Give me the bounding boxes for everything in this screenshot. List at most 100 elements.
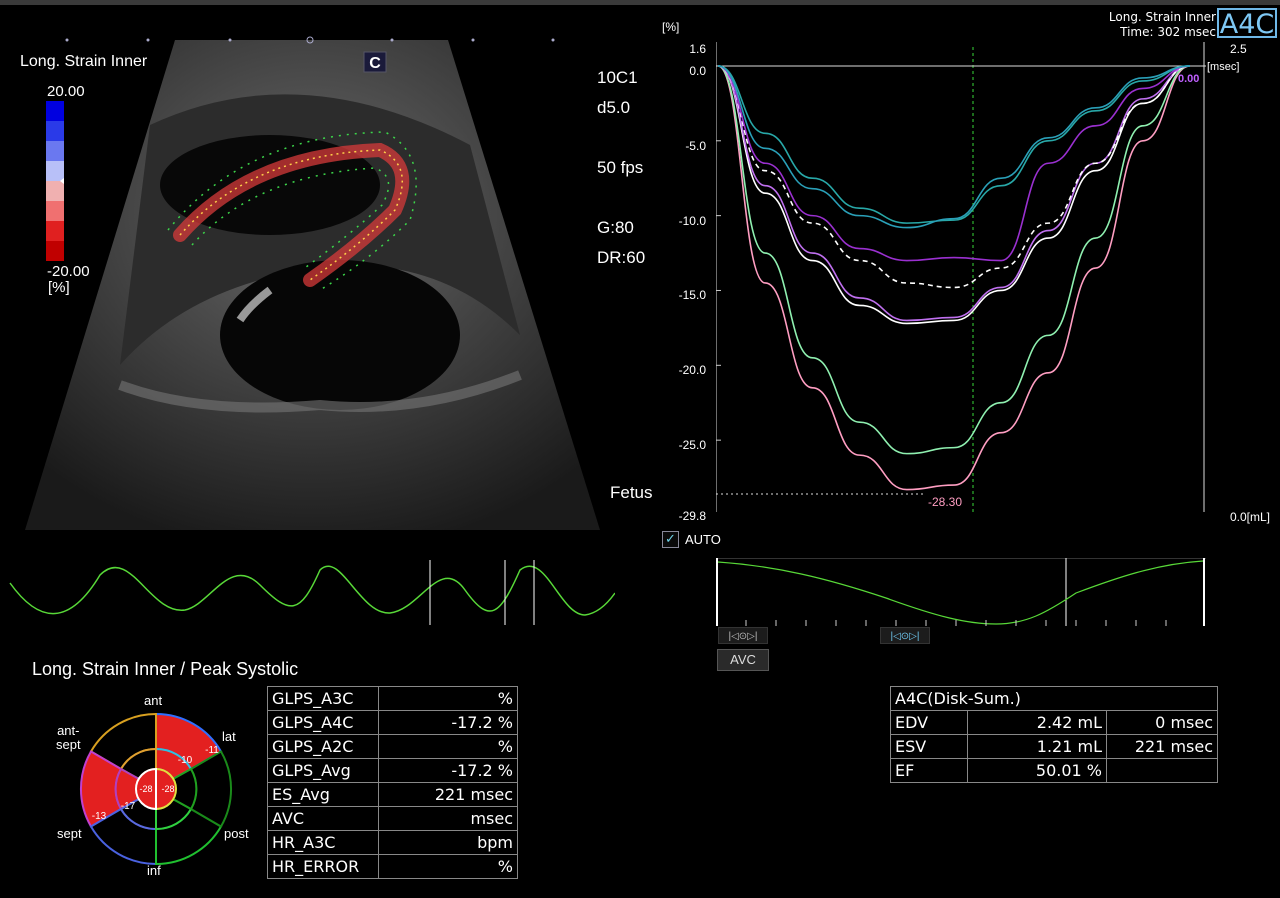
table-row: HR_A3C bpm xyxy=(267,830,518,855)
seg-value-lat-outer: -11 xyxy=(205,745,219,756)
strain-curve-6 xyxy=(717,65,1191,224)
glps-key: GLPS_A3C xyxy=(267,686,379,711)
segment-label-inf: inf xyxy=(147,863,161,878)
bullseye-plot[interactable]: -11 -10 -13 -17 -28 -28 xyxy=(55,690,260,890)
gain-label: G:80 xyxy=(597,218,634,237)
depth-label: d5.0 xyxy=(597,98,631,117)
ecg-trace[interactable] xyxy=(0,555,615,635)
scale-max: 20.00 xyxy=(47,83,85,100)
peak-systolic-title: Long. Strain Inner / Peak Systolic xyxy=(32,659,299,679)
strain-curve-2 xyxy=(717,65,1191,325)
segment-label-post: post xyxy=(224,826,249,841)
table-row: GLPS_A4C -17.2 % xyxy=(267,710,518,735)
glps-value: 221 msec xyxy=(378,782,518,807)
glps-key: GLPS_A4C xyxy=(267,710,379,735)
y-tick: -29.8 xyxy=(678,509,706,523)
end-value-label: 0.00 xyxy=(1178,73,1200,85)
y-tick: 0.0 xyxy=(689,64,706,78)
disk-time xyxy=(1106,758,1218,783)
disk-title: A4C(Disk-Sum.) xyxy=(890,686,1218,711)
peak-value-label: -28.30 xyxy=(928,495,963,509)
table-row: GLPS_A3C% xyxy=(267,686,518,711)
playback-controls-left[interactable]: |◁⊙▷| xyxy=(718,627,768,644)
playback-controls-center[interactable]: |◁⊙▷| xyxy=(880,627,930,644)
table-row: AVC msec xyxy=(267,806,518,831)
disk-key: ESV xyxy=(890,734,968,759)
auto-toggle[interactable]: ✓ AUTO xyxy=(662,531,721,548)
y-tick: 1.6 xyxy=(689,42,706,56)
glps-key: HR_ERROR xyxy=(267,854,379,879)
glps-key: HR_A3C xyxy=(267,830,379,855)
probe-label: 10C1 xyxy=(597,68,638,87)
table-row: HR_ERROR% xyxy=(267,854,518,879)
time-max-label: 2.5 xyxy=(1230,42,1247,56)
disk-value: 1.21 mL xyxy=(967,734,1107,759)
glps-value: bpm xyxy=(378,830,518,855)
segment-label-lat: lat xyxy=(222,729,236,744)
seg-value-lat-mid: -10 xyxy=(178,755,193,766)
scale-unit: [%] xyxy=(48,279,70,296)
strain-graph[interactable] xyxy=(716,42,1206,512)
svg-text:C: C xyxy=(369,55,381,72)
y-tick: -10.0 xyxy=(678,214,706,228)
view-badge[interactable]: A4C xyxy=(1217,8,1277,40)
glps-value: -17.2 % xyxy=(378,710,518,735)
glps-key: GLPS_A2C xyxy=(267,734,379,759)
segment-label-sept: sept xyxy=(57,826,82,841)
time-unit-label: [msec] xyxy=(1207,61,1240,73)
volume-curve[interactable] xyxy=(716,558,1206,626)
disk-key: EF xyxy=(890,758,968,783)
table-header-row: A4C(Disk-Sum.) xyxy=(890,686,1218,711)
segment-label-ant: ant xyxy=(144,693,163,708)
seg-value-sept-outer: -13 xyxy=(92,811,107,822)
glps-value: % xyxy=(378,854,518,879)
volume-unit-label: 0.0[mL] xyxy=(1230,510,1271,524)
ultrasound-image[interactable]: C xyxy=(0,35,610,535)
y-tick: -20.0 xyxy=(678,363,706,377)
table-row: GLPS_A2C% xyxy=(267,734,518,759)
glps-key: AVC xyxy=(267,806,379,831)
table-row: GLPS_Avg -17.2 % xyxy=(267,758,518,783)
header-mode: Long. Strain Inner Time: 302 msec xyxy=(1109,10,1216,40)
table-row: ES_Avg 221 msec xyxy=(267,782,518,807)
disk-value: 2.42 mL xyxy=(967,710,1107,735)
glps-value: % xyxy=(378,686,518,711)
seg-value-sept-mid: -17 xyxy=(121,801,136,812)
table-row: EF 50.01 % xyxy=(890,758,1218,783)
glps-table: GLPS_A3C% GLPS_A4C -17.2 % GLPS_A2C% GLPS… xyxy=(267,686,518,879)
disk-time: 221 msec xyxy=(1106,734,1218,759)
disk-time: 0 msec xyxy=(1106,710,1218,735)
glps-value: -17.2 % xyxy=(378,758,518,783)
header-time: Time: 302 msec xyxy=(1120,25,1216,39)
y-tick: -25.0 xyxy=(678,438,706,452)
graph-y-unit: [%] xyxy=(662,20,680,34)
image-legend-title: Long. Strain Inner xyxy=(20,53,148,70)
header-mode-label: Long. Strain Inner xyxy=(1108,10,1216,24)
y-tick: -15.0 xyxy=(678,288,706,302)
auto-label: AUTO xyxy=(685,532,721,547)
auto-checkbox[interactable]: ✓ xyxy=(662,531,679,548)
glps-value: msec xyxy=(378,806,518,831)
seg-value-apex-right: -28 xyxy=(161,784,174,794)
seg-value-apex-left: -28 xyxy=(139,784,152,794)
avc-button[interactable]: AVC xyxy=(717,649,769,671)
scale-min: -20.00 xyxy=(47,263,90,280)
glps-value: % xyxy=(378,734,518,759)
glps-key: ES_Avg xyxy=(267,782,379,807)
disk-key: EDV xyxy=(890,710,968,735)
fps-label: 50 fps xyxy=(597,158,644,177)
disk-sum-table: A4C(Disk-Sum.) EDV 2.42 mL 0 msec ESV 1.21 … xyxy=(890,686,1218,783)
dynamic-range-label: DR:60 xyxy=(597,248,646,267)
strain-curve-1 xyxy=(717,65,1191,455)
table-row: ESV 1.21 mL 221 msec xyxy=(890,734,1218,759)
segment-label-ant-sept: ant- sept xyxy=(56,723,81,752)
y-tick: -5.0 xyxy=(685,139,706,153)
top-bar xyxy=(0,0,1280,5)
glps-key: GLPS_Avg xyxy=(267,758,379,783)
strain-curve-4 xyxy=(717,65,1191,289)
table-row: EDV 2.42 mL 0 msec xyxy=(890,710,1218,735)
preset-label: Fetus xyxy=(610,483,653,502)
disk-value: 50.01 % xyxy=(967,758,1107,783)
strain-curve-3 xyxy=(717,65,1191,322)
color-scale-bar xyxy=(46,101,64,261)
